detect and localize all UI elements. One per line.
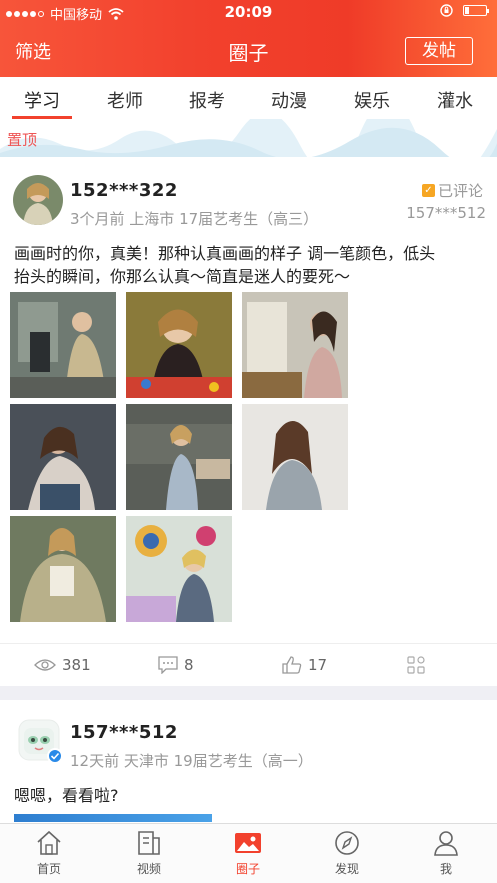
nav-circle[interactable]: 圈子 bbox=[213, 830, 283, 877]
post-username[interactable]: 152***322 bbox=[70, 180, 178, 201]
rotation-lock-icon bbox=[440, 4, 453, 17]
photo-thumbnail[interactable] bbox=[242, 292, 348, 398]
thumbs-up-icon bbox=[282, 656, 302, 674]
nav-label: 首页 bbox=[36, 862, 61, 876]
nav-bar: 筛选 圈子 发帖 bbox=[0, 24, 497, 77]
post-text-line-2: 抬头的瞬间，你那么认真～简直是迷人的要死～ bbox=[14, 267, 351, 286]
nav-label: 发现 bbox=[334, 862, 359, 876]
tab-study[interactable]: 学习 bbox=[12, 87, 72, 113]
circle-feed-page: 中国移动 20:09 筛选 圈子 发帖 学习 老师 报考 动漫 娱乐 灌水 置顶… bbox=[0, 0, 497, 883]
nav-label: 我 bbox=[439, 862, 452, 876]
photo-thumbnail[interactable] bbox=[242, 404, 348, 510]
photo-thumbnail[interactable] bbox=[126, 516, 232, 622]
nav-video[interactable]: 视频 bbox=[114, 830, 184, 877]
post-meta: 12天前 天津市 19届艺考生（高一） bbox=[70, 752, 313, 770]
nav-label: 圈子 bbox=[235, 862, 260, 876]
bottom-tab-bar: 首页 视频 圈子 发现 我 bbox=[0, 823, 497, 883]
tab-teacher[interactable]: 老师 bbox=[95, 87, 155, 113]
comments-button[interactable]: 8 bbox=[158, 656, 194, 674]
home-icon bbox=[37, 830, 61, 855]
post-username[interactable]: 157***512 bbox=[70, 722, 178, 743]
photo-thumbnail[interactable] bbox=[10, 516, 116, 622]
tab-exam[interactable]: 报考 bbox=[177, 87, 237, 113]
commented-badge: ✓ 已评论 bbox=[421, 180, 483, 201]
photo-thumbnail[interactable] bbox=[10, 404, 116, 510]
grid-more-icon bbox=[407, 656, 425, 674]
tab-chat[interactable]: 灌水 bbox=[425, 87, 485, 113]
clock: 20:09 bbox=[224, 3, 273, 21]
category-tabs: 学习 老师 报考 动漫 娱乐 灌水 bbox=[0, 77, 497, 119]
more-button[interactable] bbox=[407, 656, 425, 674]
photo-thumbnail[interactable] bbox=[14, 814, 212, 822]
check-icon: ✓ bbox=[421, 184, 435, 197]
eye-icon bbox=[34, 659, 56, 671]
nav-me[interactable]: 我 bbox=[411, 830, 481, 877]
post-card[interactable]: 157***512 12天前 天津市 19届艺考生（高一） 嗯嗯，看看啦? bbox=[0, 700, 497, 822]
person-icon bbox=[434, 831, 458, 856]
status-bar: 中国移动 20:09 bbox=[0, 0, 497, 24]
post-text-line-1: 画画时的你，真美！那种认真画画的样子 调一笔颜色，低头 bbox=[14, 244, 436, 263]
post-card[interactable]: 152***322 3个月前 上海市 17届艺考生（高三） ✓ 已评论 157*… bbox=[0, 160, 497, 686]
comments-count: 8 bbox=[184, 656, 194, 674]
post-stats-bar: 381 8 17 bbox=[0, 643, 497, 686]
post-meta: 3个月前 上海市 17届艺考生（高三） bbox=[70, 210, 319, 228]
top-header: 中国移动 20:09 筛选 圈子 发帖 bbox=[0, 0, 497, 77]
tab-entertainment[interactable]: 娱乐 bbox=[342, 87, 402, 113]
pinned-label: 置顶 bbox=[7, 131, 38, 149]
photo-thumbnail[interactable] bbox=[126, 404, 232, 510]
new-post-button[interactable]: 发帖 bbox=[405, 37, 473, 65]
battery-icon bbox=[463, 5, 489, 16]
comment-icon bbox=[158, 656, 178, 674]
photo-thumbnail[interactable] bbox=[126, 292, 232, 398]
commented-label: 已评论 bbox=[437, 182, 483, 200]
compass-icon bbox=[335, 831, 359, 855]
post-text: 嗯嗯，看看啦? bbox=[14, 786, 119, 805]
nav-home[interactable]: 首页 bbox=[14, 830, 84, 877]
pinned-banner: 置顶 bbox=[0, 119, 497, 157]
views-count: 381 bbox=[62, 656, 91, 674]
views-stat: 381 bbox=[34, 656, 91, 674]
avatar[interactable] bbox=[13, 175, 63, 225]
like-button[interactable]: 17 bbox=[282, 656, 327, 674]
circle-photo-icon bbox=[235, 833, 261, 853]
wave-decoration bbox=[0, 119, 497, 157]
photo-thumbnail[interactable] bbox=[10, 292, 116, 398]
avatar[interactable] bbox=[15, 716, 63, 764]
likes-count: 17 bbox=[308, 656, 328, 674]
tab-anime[interactable]: 动漫 bbox=[259, 87, 319, 113]
nav-label: 视频 bbox=[136, 862, 161, 876]
video-icon bbox=[138, 831, 160, 855]
nav-discover[interactable]: 发现 bbox=[312, 830, 382, 877]
section-divider bbox=[0, 686, 497, 700]
commenter-name: 157***512 bbox=[406, 204, 486, 222]
